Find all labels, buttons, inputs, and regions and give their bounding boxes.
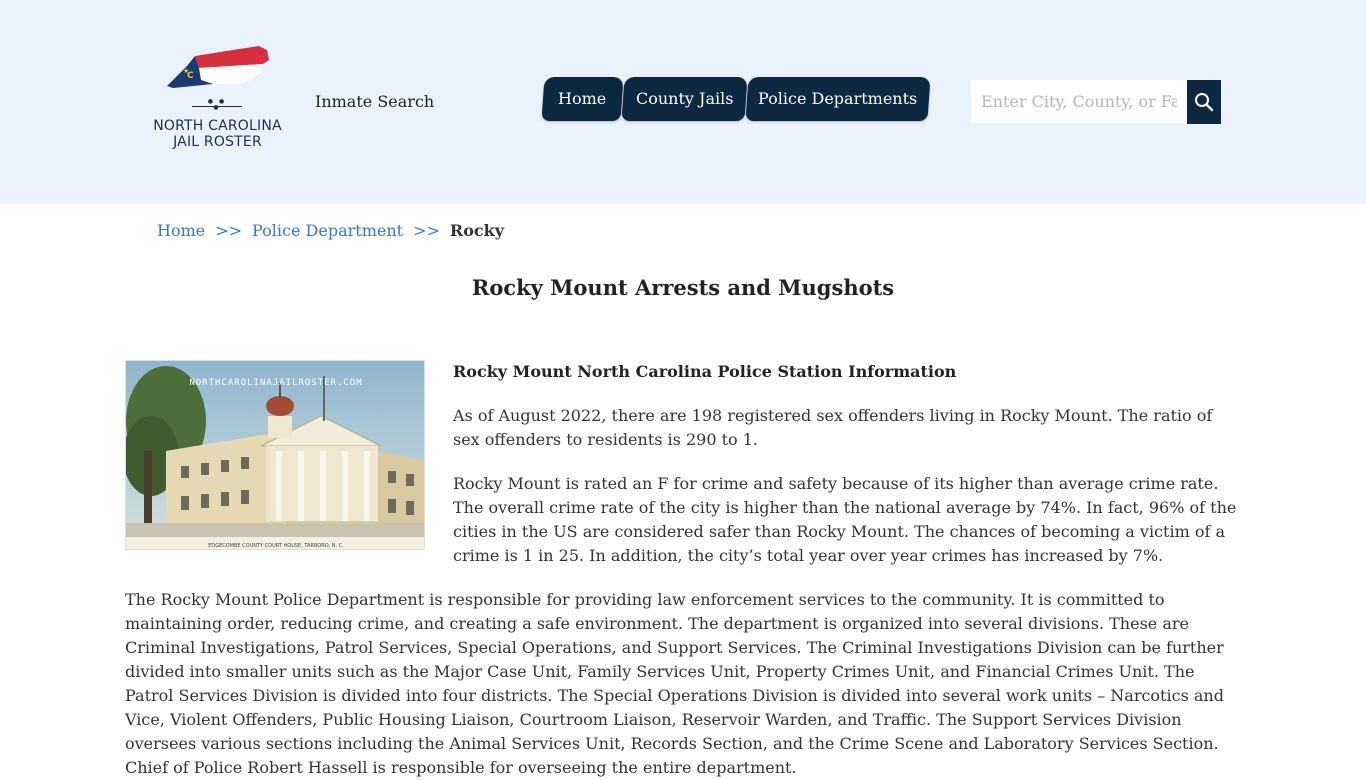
photo-caption: EDGECOMBE COUNTY COURT HOUSE, TARBORO, N… (208, 543, 344, 549)
logo-wordmark: NORTH CAROLINA JAIL ROSTER (145, 118, 290, 150)
inmate-search-link[interactable]: Inmate Search (315, 92, 434, 112)
breadcrumb: Home >> Police Department >> Rocky (157, 221, 504, 241)
logo-ornament: ● ● ● (207, 98, 227, 111)
page-title: Rocky Mount Arrests and Mugshots (471, 275, 895, 300)
svg-text:★: ★ (183, 67, 189, 75)
station-info: Rocky Mount North Carolina Police Statio… (453, 360, 1243, 568)
nav-county-jails-label: County Jails (635, 89, 734, 108)
nav-county-jails[interactable]: County Jails (621, 77, 748, 121)
paragraph-department-overview: The Rocky Mount Police Department is res… (125, 590, 1224, 777)
breadcrumb-separator: >> (413, 221, 440, 240)
logo-divider (192, 106, 242, 107)
site-logo[interactable]: C ★ ● ● ● NORTH CAROLINA JAIL ROSTER (145, 44, 290, 154)
logo-line-2: JAIL ROSTER (173, 134, 262, 150)
nav-police-departments-label: Police Departments (758, 89, 918, 108)
nav-home-label: Home (558, 89, 607, 108)
breadcrumb-separator: >> (215, 221, 243, 240)
paragraph-crime-rating: Rocky Mount is rated an F for crime and … (453, 474, 1237, 565)
logo-line-1: NORTH CAROLINA (153, 118, 282, 134)
section-heading: Rocky Mount North Carolina Police Statio… (453, 362, 957, 381)
site-header: C ★ ● ● ● NORTH CAROLINA JAIL ROSTER Inm… (0, 0, 1366, 204)
breadcrumb-police-department[interactable]: Police Department (252, 221, 403, 240)
search-icon (1195, 93, 1214, 112)
search-button[interactable] (1187, 80, 1221, 124)
nav-police-departments[interactable]: Police Departments (745, 77, 931, 121)
courthouse-photo: NORTHCAROLINAJAILROSTER.COM EDGECOMBE CO… (125, 360, 425, 550)
search-input[interactable] (971, 80, 1187, 123)
nav-home[interactable]: Home (541, 77, 624, 121)
north-carolina-flag-map-icon: C ★ (167, 46, 269, 88)
courthouse-illustration: NORTHCAROLINAJAILROSTER.COM EDGECOMBE CO… (126, 361, 424, 549)
breadcrumb-home[interactable]: Home (157, 221, 205, 240)
photo-watermark: NORTHCAROLINAJAILROSTER.COM (189, 378, 362, 388)
paragraph-sex-offenders: As of August 2022, there are 198 registe… (453, 406, 1213, 449)
breadcrumb-current: Rocky (449, 221, 504, 240)
